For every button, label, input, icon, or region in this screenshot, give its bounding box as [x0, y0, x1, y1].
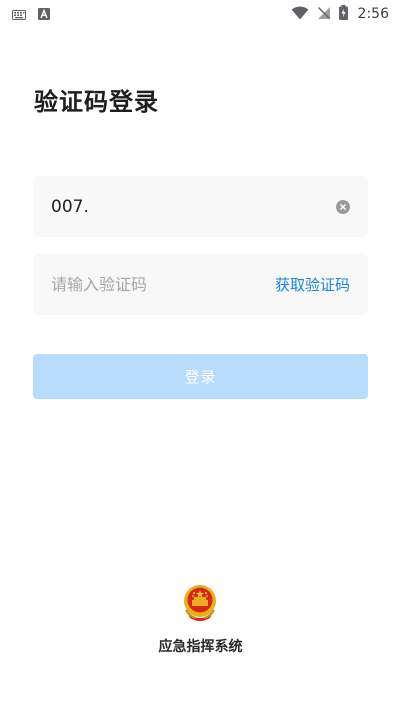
- clear-icon[interactable]: [336, 199, 350, 214]
- get-code-button[interactable]: 获取验证码: [275, 274, 350, 295]
- verification-code-input[interactable]: [51, 254, 275, 315]
- status-bar-left: [12, 5, 50, 24]
- verification-code-field: 获取验证码: [33, 254, 368, 315]
- phone-field: [33, 176, 368, 237]
- login-button[interactable]: 登录: [33, 354, 368, 399]
- status-bar: 2:56: [0, 0, 401, 28]
- login-screen: 2:56 验证码登录 获取验证码 登录: [0, 0, 401, 712]
- text-a-icon: [38, 5, 50, 24]
- system-name: 应急指挥系统: [158, 639, 243, 655]
- national-emblem-icon: [182, 584, 218, 622]
- wifi-icon: [291, 5, 309, 24]
- page-title: 验证码登录: [34, 88, 159, 116]
- status-time: 2:56: [357, 6, 389, 22]
- keyboard-icon: [12, 5, 26, 24]
- no-signal-icon: [317, 5, 331, 24]
- phone-input[interactable]: [51, 176, 336, 237]
- status-bar-right: 2:56: [291, 4, 389, 24]
- battery-charging-icon: [338, 4, 348, 24]
